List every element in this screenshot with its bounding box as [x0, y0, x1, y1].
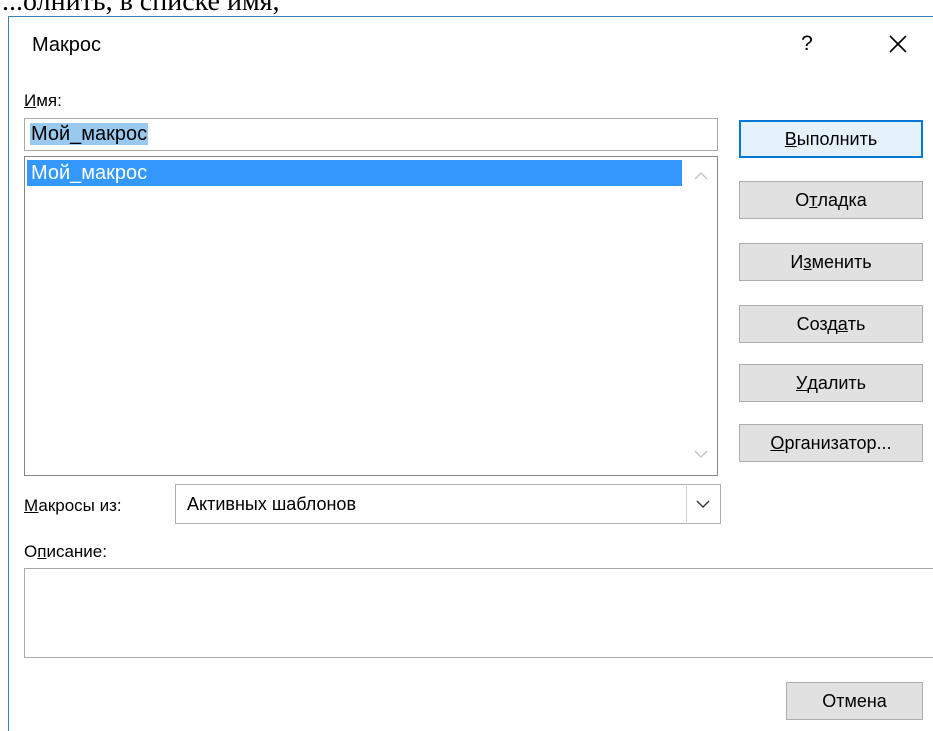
description-label-rest: исание: [46, 542, 107, 561]
create-button[interactable]: Созд а ть [739, 305, 923, 343]
close-button[interactable] [876, 24, 920, 64]
name-label-rest: мя: [36, 91, 62, 110]
close-icon [889, 35, 907, 53]
organizer-label-rest: рганизатор... [784, 432, 892, 453]
debug-accesskey: т [809, 189, 818, 210]
macro-dialog: Макрос ? Имя: Мой_макрос Мой_макрос В ып… [8, 16, 933, 731]
dropdown-button[interactable] [686, 486, 719, 522]
name-label: Имя: [24, 91, 62, 111]
run-button[interactable]: Выполнить [739, 120, 923, 158]
list-item[interactable]: Мой_макрос [27, 160, 682, 186]
edit-button[interactable]: Из менить [739, 243, 923, 281]
debug-label-rest: ладка [817, 189, 867, 210]
delete-accesskey: У [795, 372, 808, 393]
description-label-pre: О [24, 542, 38, 561]
edit-label-pre: И [790, 251, 804, 272]
macros-in-label: Макросы из: [24, 496, 122, 516]
edit-label-rest: менить [811, 251, 872, 272]
macros-in-value: Активных шаблонов [187, 494, 357, 514]
debug-button[interactable]: От ладка [739, 181, 923, 219]
edit-accesskey: з [803, 251, 812, 272]
organizer-accesskey: О [770, 432, 785, 453]
create-label-rest: ть [847, 313, 866, 334]
macros-in-accesskey: М [24, 496, 39, 515]
organizer-button[interactable]: Организатор... [739, 424, 923, 462]
description-field[interactable] [24, 568, 933, 658]
scroll-down-button[interactable] [687, 443, 715, 465]
description-label: Описание: [24, 542, 107, 562]
chevron-up-icon [694, 172, 708, 180]
dialog-title: Макрос [32, 34, 102, 56]
chevron-down-icon [696, 500, 710, 508]
macros-in-label-rest: акросы из: [38, 496, 122, 515]
name-label-accesskey: И [24, 91, 37, 110]
create-label-pre: Созд [796, 313, 838, 334]
macro-listbox[interactable]: Мой_макрос [24, 156, 718, 476]
run-label-rest: ыполнить [796, 128, 878, 149]
chevron-down-icon [694, 450, 708, 458]
delete-button[interactable]: Удалить [739, 364, 923, 402]
delete-label-rest: далить [807, 372, 867, 393]
help-button[interactable]: ? [787, 24, 827, 64]
page: ...олнить, в списке имя, Макрос ? Имя: М… [0, 0, 933, 731]
scroll-up-button[interactable] [687, 165, 715, 187]
macro-name-value: Мой_макрос [30, 123, 149, 145]
macro-name-input[interactable]: Мой_макрос [24, 118, 718, 151]
debug-label-pre: О [795, 189, 810, 210]
macros-in-select[interactable]: Активных шаблонов [175, 484, 721, 524]
cancel-button[interactable]: Отмена [786, 682, 923, 720]
create-accesskey: а [837, 313, 848, 334]
run-accesskey: В [784, 128, 797, 149]
